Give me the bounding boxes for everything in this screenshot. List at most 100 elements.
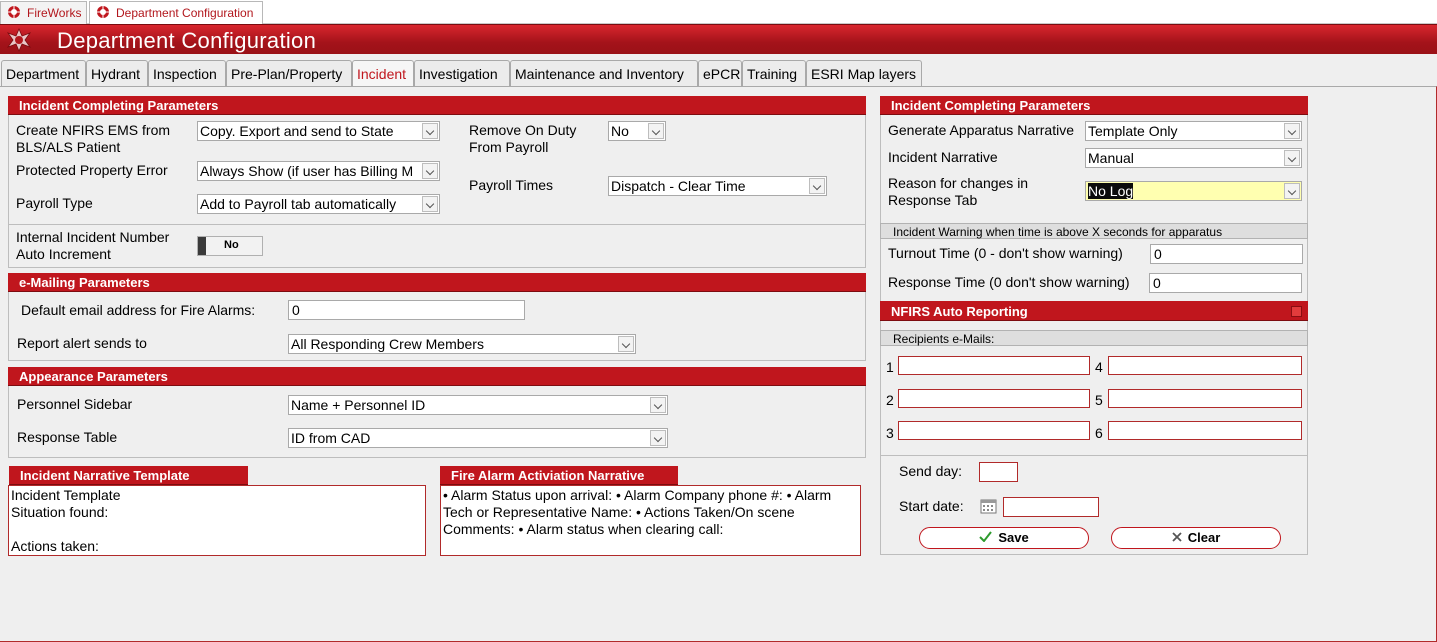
select-value: ID from CAD — [291, 430, 371, 446]
tab-department[interactable]: Department — [1, 60, 86, 87]
x-icon — [1172, 530, 1182, 545]
page-header: Department Configuration — [0, 24, 1437, 54]
fire-alarm-narrative-header: Fire Alarm Activiation Narrative — [440, 466, 678, 485]
select-value: Manual — [1088, 150, 1134, 166]
clear-button-label: Clear — [1187, 530, 1221, 545]
doc-tab-fireworks[interactable]: FireWorks — [0, 1, 87, 24]
report-alert-label: Report alert sends to — [17, 335, 147, 351]
response-time-input[interactable]: 0 — [1149, 273, 1302, 293]
tab-inspection[interactable]: Inspection — [148, 60, 226, 87]
tab-investigation[interactable]: Investigation — [414, 60, 510, 87]
start-date-label: Start date: — [899, 498, 964, 514]
reason-changes-select[interactable]: No Log — [1085, 181, 1302, 201]
tab-maintenance-inventory[interactable]: Maintenance and Inventory — [510, 60, 698, 87]
protected-property-select[interactable]: Always Show (if user has Billing M — [197, 161, 440, 181]
doc-tab-department-configuration[interactable]: Department Configuration — [89, 1, 263, 25]
doc-tab-label: Department Configuration — [116, 6, 254, 20]
chevron-down-icon[interactable] — [1284, 183, 1300, 199]
divider — [880, 455, 1308, 456]
internal-number-toggle[interactable]: No — [197, 236, 263, 256]
chevron-down-icon[interactable] — [809, 178, 825, 194]
close-icon[interactable] — [1291, 306, 1302, 317]
response-table-label: Response Table — [17, 429, 118, 445]
fireworks-logo-icon — [8, 6, 20, 18]
chevron-down-icon[interactable] — [422, 196, 438, 212]
tab-pre-plan-property[interactable]: Pre-Plan/Property — [226, 60, 352, 87]
save-button-label: Save — [998, 530, 1029, 545]
select-value: No — [611, 123, 629, 139]
recipient-email-1[interactable] — [898, 356, 1090, 375]
recipient-number: 5 — [1095, 392, 1103, 408]
payroll-type-label: Payroll Type — [16, 195, 93, 211]
nfirs-ems-select[interactable]: Copy. Export and send to State — [197, 121, 440, 141]
incident-narrative-select[interactable]: Manual — [1085, 148, 1302, 168]
chevron-down-icon[interactable] — [618, 336, 634, 352]
recipient-number: 2 — [886, 392, 894, 408]
calendar-icon[interactable] — [980, 498, 997, 514]
apparatus-narrative-select[interactable]: Template Only — [1085, 121, 1302, 141]
default-email-input[interactable]: 0 — [288, 300, 525, 320]
selected-text: No Log — [1088, 183, 1134, 199]
right-params-header: Incident Completing Parameters — [880, 96, 1308, 115]
tab-hydrant[interactable]: Hydrant — [86, 60, 148, 87]
recipient-email-6[interactable] — [1108, 421, 1302, 440]
chevron-down-icon[interactable] — [648, 123, 664, 139]
config-tab-strip: Department Hydrant Inspection Pre-Plan/P… — [0, 60, 1437, 87]
chevron-down-icon[interactable] — [422, 163, 438, 179]
chevron-down-icon[interactable] — [1284, 123, 1300, 139]
chevron-down-icon[interactable] — [650, 397, 666, 413]
tab-epcr[interactable]: ePCR — [698, 60, 742, 87]
tab-incident[interactable]: Incident — [352, 60, 414, 87]
select-value: No Log — [1088, 183, 1281, 199]
select-value: Add to Payroll tab automatically — [200, 196, 397, 212]
reason-changes-label: Reason for changes in Response Tab — [888, 175, 1029, 208]
personnel-sidebar-select[interactable]: Name + Personnel ID — [288, 395, 668, 415]
start-date-input[interactable] — [1003, 497, 1099, 517]
recipients-subheader: Recipients e-Mails: — [880, 330, 1308, 346]
select-value: Template Only — [1088, 123, 1178, 139]
recipient-number: 1 — [886, 359, 894, 375]
response-table-select[interactable]: ID from CAD — [288, 428, 668, 448]
save-button[interactable]: Save — [919, 527, 1089, 549]
fire-alarm-narrative-textarea[interactable]: • Alarm Status upon arrival: • Alarm Com… — [440, 485, 861, 556]
maltese-cross-logo-icon — [6, 27, 32, 53]
tab-esri-map-layers[interactable]: ESRI Map layers — [806, 60, 922, 87]
payroll-times-select[interactable]: Dispatch - Clear Time — [608, 176, 827, 196]
select-value: Always Show (if user has Billing M — [200, 163, 414, 179]
send-day-label: Send day: — [899, 463, 963, 479]
recipient-email-5[interactable] — [1108, 389, 1302, 408]
chevron-down-icon[interactable] — [650, 430, 666, 446]
apparatus-narrative-label: Generate Apparatus Narrative — [888, 122, 1074, 138]
send-day-input[interactable] — [979, 462, 1018, 482]
turnout-time-input[interactable]: 0 — [1150, 244, 1303, 264]
incident-params-header: Incident Completing Parameters — [8, 96, 866, 115]
doc-tab-label: FireWorks — [27, 6, 82, 20]
nfirs-ems-label: Create NFIRS EMS from BLS/ALS Patient — [16, 122, 171, 155]
tab-training[interactable]: Training — [742, 60, 806, 87]
recipient-email-4[interactable] — [1108, 356, 1302, 375]
appearance-params-header: Appearance Parameters — [8, 367, 866, 386]
checkmark-icon — [979, 530, 993, 545]
incident-narrative-label: Incident Narrative — [888, 149, 998, 165]
email-params-header: e-Mailing Parameters — [8, 273, 866, 292]
chevron-down-icon[interactable] — [422, 123, 438, 139]
narrative-template-textarea[interactable]: Incident Template Situation found: Actio… — [8, 485, 426, 556]
response-time-label: Response Time (0 don't show warning) — [888, 274, 1130, 290]
remove-on-duty-select[interactable]: No — [608, 121, 666, 141]
nfirs-auto-header: NFIRS Auto Reporting — [880, 301, 1308, 321]
default-email-label: Default email address for Fire Alarms: — [21, 302, 256, 318]
recipient-email-3[interactable] — [898, 421, 1090, 440]
recipient-number: 4 — [1095, 359, 1103, 375]
remove-on-duty-label: Remove On Duty From Payroll — [469, 122, 577, 155]
recipient-email-2[interactable] — [898, 389, 1090, 408]
clear-button[interactable]: Clear — [1111, 527, 1281, 549]
chevron-down-icon[interactable] — [1284, 150, 1300, 166]
report-alert-select[interactable]: All Responding Crew Members — [288, 334, 636, 354]
select-value: Copy. Export and send to State — [200, 123, 394, 139]
recipient-number: 6 — [1095, 425, 1103, 441]
select-value: Dispatch - Clear Time — [611, 178, 746, 194]
divider — [8, 224, 866, 225]
recipient-number: 3 — [886, 425, 894, 441]
fireworks-logo-icon — [97, 6, 109, 18]
payroll-type-select[interactable]: Add to Payroll tab automatically — [197, 194, 440, 214]
